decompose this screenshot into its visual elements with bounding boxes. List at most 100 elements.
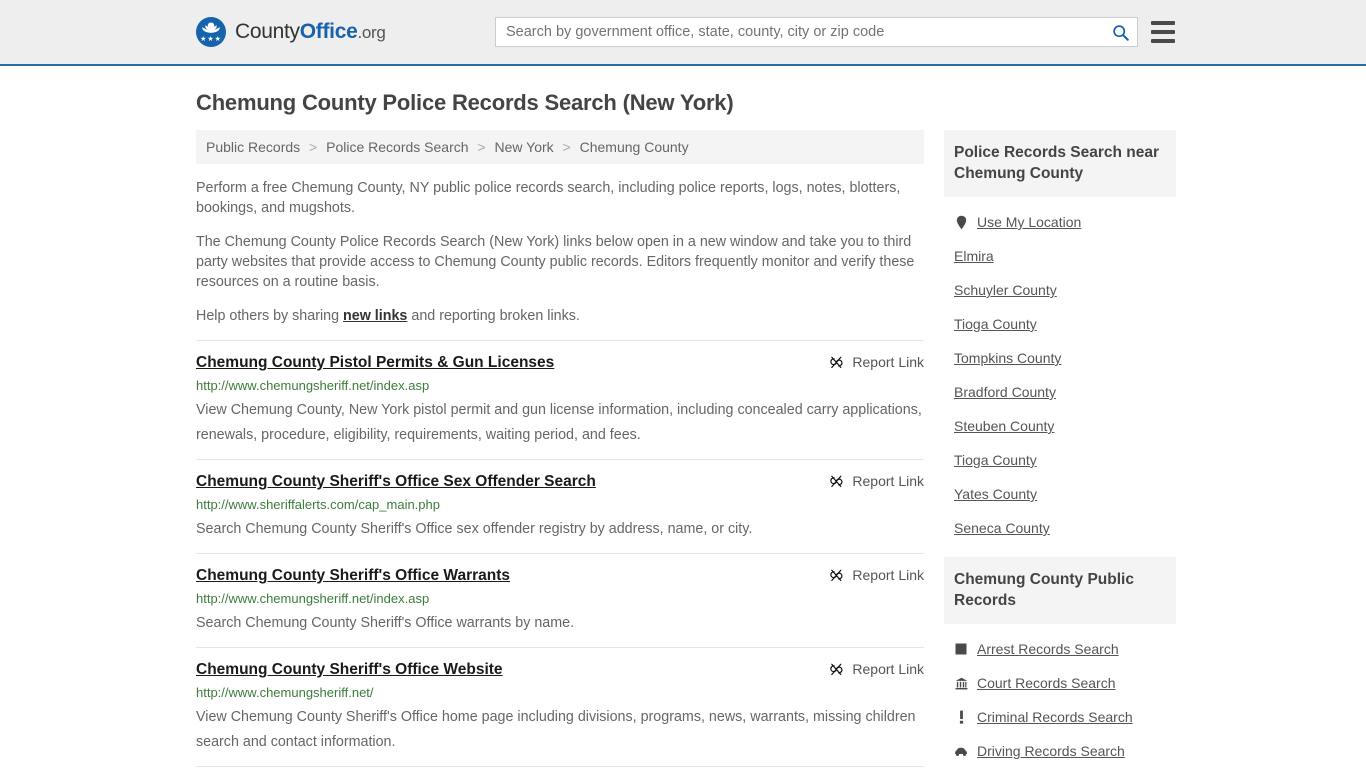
sidebar-link[interactable]: Tioga County (954, 316, 1037, 332)
brand-part-office: Office (299, 20, 358, 43)
report-link-button[interactable]: Report Link (829, 472, 924, 489)
sidebar-link[interactable]: Steuben County (954, 418, 1054, 434)
sidebar-link[interactable]: Seneca County (954, 520, 1050, 536)
sidebar-list-item: Seneca County (954, 511, 1176, 545)
result-item: Chemung County Pistol Permits & Gun Lice… (196, 340, 924, 459)
result-description: Search Chemung County Sheriff's Office s… (196, 521, 753, 537)
result-title-link[interactable]: Chemung County Sheriff's Office Website (196, 660, 503, 680)
fingerprint-icon (954, 643, 968, 655)
report-link-label: Report Link (852, 567, 924, 583)
sidebar-nearby-list: Use My Location Elmira Schuyler County Tiog… (944, 197, 1176, 545)
result-url: http://www.chemungsheriff.net/index.asp (196, 591, 430, 606)
breadcrumb-separator-2: > (562, 139, 571, 155)
page-title: Chemung County Police Records Search (Ne… (196, 90, 734, 115)
hamburger-bar-3 (1151, 39, 1175, 43)
report-link-button[interactable]: Report Link (829, 353, 924, 370)
sidebar-public-records-list: Arrest Records Search Court Records Searc… (944, 624, 1176, 768)
result-description: View Chemung County Sheriff's Office hom… (196, 709, 916, 750)
sidebar-list-item: Elmira (954, 239, 1176, 273)
breadcrumb-item-3[interactable]: Chemung County (580, 139, 689, 155)
sidebar-list-item: Bradford County (954, 375, 1176, 409)
countyoffice-eagle-logo-icon: ★★★ (196, 17, 226, 47)
sidebar-link[interactable]: Court Records Search (977, 675, 1116, 691)
sidebar-public-records-heading: Chemung County Public Records (944, 557, 1176, 624)
breadcrumb: Public Records > Police Records Search >… (196, 130, 924, 164)
intro-p3-after: and reporting broken links. (407, 308, 580, 324)
intro-p3-before: Help others by sharing (196, 308, 344, 324)
search-bar[interactable] (495, 17, 1138, 47)
map-pin-icon (956, 215, 966, 229)
search-input[interactable] (496, 18, 1103, 46)
sidebar-public-records-box: Chemung County Public Records Arrest Rec… (944, 557, 1176, 768)
sidebar-link[interactable]: Tioga County (954, 452, 1037, 468)
breadcrumb-separator-1: > (477, 139, 486, 155)
breadcrumb-item-1[interactable]: Police Records Search (326, 139, 468, 155)
broken-link-icon (830, 569, 843, 581)
result-item: Chemung County Sheriff's Office Website R… (196, 647, 924, 766)
search-icon (1112, 24, 1129, 41)
sidebar-link[interactable]: Driving Records Search (977, 743, 1125, 759)
result-url: http://www.chemungsheriff.net/index.asp (196, 378, 430, 393)
intro-text: Perform a free Chemung County, NY public… (196, 178, 924, 326)
car-icon (955, 747, 967, 756)
intro-paragraph-2: The Chemung County Police Records Search… (196, 234, 915, 290)
results-list: Chemung County Pistol Permits & Gun Lice… (196, 340, 924, 768)
page-container: Chemung County Police Records Search (Ne… (0, 90, 1366, 768)
eagle-glyph-icon (202, 22, 220, 33)
result-item: Chemung County Sheriff's Office Warrants… (196, 553, 924, 647)
sidebar-list-item: Tioga County (954, 307, 1176, 341)
courthouse-icon (954, 677, 968, 690)
breadcrumb-item-0[interactable]: Public Records (206, 139, 300, 155)
sidebar-list-item: Criminal Records Search (954, 700, 1176, 734)
result-item: Chemung County Sheriff's Office Sex Offe… (196, 459, 924, 553)
content-columns: Public Records > Police Records Search >… (196, 130, 1176, 768)
site-logo[interactable]: ★★★ CountyOffice.org (196, 17, 386, 47)
broken-link-icon (830, 356, 843, 368)
sidebar-link[interactable]: Arrest Records Search (977, 641, 1119, 657)
breadcrumb-item-2[interactable]: New York (495, 139, 554, 155)
sidebar-link[interactable]: Tompkins County (954, 350, 1061, 366)
sidebar-list-item: Court Records Search (954, 666, 1176, 700)
result-title-link[interactable]: Chemung County Sheriff's Office Sex Offe… (196, 472, 596, 492)
report-link-label: Report Link (852, 354, 924, 370)
breadcrumb-separator-0: > (309, 139, 318, 155)
sidebar-link[interactable]: Criminal Records Search (977, 709, 1133, 725)
sidebar-list-item: Yates County (954, 477, 1176, 511)
sidebar-link[interactable]: Bradford County (954, 384, 1056, 400)
sidebar-link[interactable]: Elmira (954, 248, 994, 264)
brand-part-org: .org (357, 23, 386, 42)
sidebar-nearby-box: Police Records Search near Chemung Count… (944, 130, 1176, 545)
car-icon (954, 746, 968, 757)
report-link-button[interactable]: Report Link (829, 660, 924, 677)
intro-paragraph-3: Help others by sharing new links and rep… (196, 306, 924, 326)
report-link-button[interactable]: Report Link (829, 566, 924, 583)
sidebar-link[interactable]: Schuyler County (954, 282, 1057, 298)
result-title-link[interactable]: Chemung County Pistol Permits & Gun Lice… (196, 353, 554, 373)
sidebar-list-item: Tompkins County (954, 341, 1176, 375)
courthouse-icon (955, 677, 967, 689)
sidebar-link[interactable]: Yates County (954, 486, 1037, 502)
stars-glyph-icon: ★★★ (200, 36, 222, 43)
search-button[interactable] (1103, 18, 1137, 46)
broken-link-icon (830, 475, 843, 487)
map-pin-icon (954, 215, 968, 230)
result-header: Chemung County Sheriff's Office Warrants… (196, 566, 924, 586)
result-url: http://www.chemungsheriff.net/ (196, 685, 374, 700)
hamburger-menu-button[interactable] (1151, 19, 1175, 45)
result-header: Chemung County Sheriff's Office Website R… (196, 660, 924, 680)
broken-link-icon (830, 663, 843, 675)
result-title-link[interactable]: Chemung County Sheriff's Office Warrants (196, 566, 510, 586)
main-column: Public Records > Police Records Search >… (196, 130, 924, 768)
site-header: ★★★ CountyOffice.org (0, 0, 1366, 66)
result-description: Search Chemung County Sheriff's Office w… (196, 615, 575, 631)
sidebar: Police Records Search near Chemung Count… (944, 130, 1176, 768)
sidebar-list-item: Driving Records Search (954, 734, 1176, 768)
hamburger-bar-1 (1151, 21, 1175, 25)
report-link-label: Report Link (852, 473, 924, 489)
sidebar-link[interactable]: Use My Location (977, 214, 1081, 230)
result-url: http://www.sheriffalerts.com/cap_main.ph… (196, 497, 440, 512)
new-links-link[interactable]: new links (343, 308, 407, 324)
hamburger-bar-2 (1151, 30, 1175, 34)
exclamation-icon (959, 710, 963, 724)
sidebar-list-item: Schuyler County (954, 273, 1176, 307)
